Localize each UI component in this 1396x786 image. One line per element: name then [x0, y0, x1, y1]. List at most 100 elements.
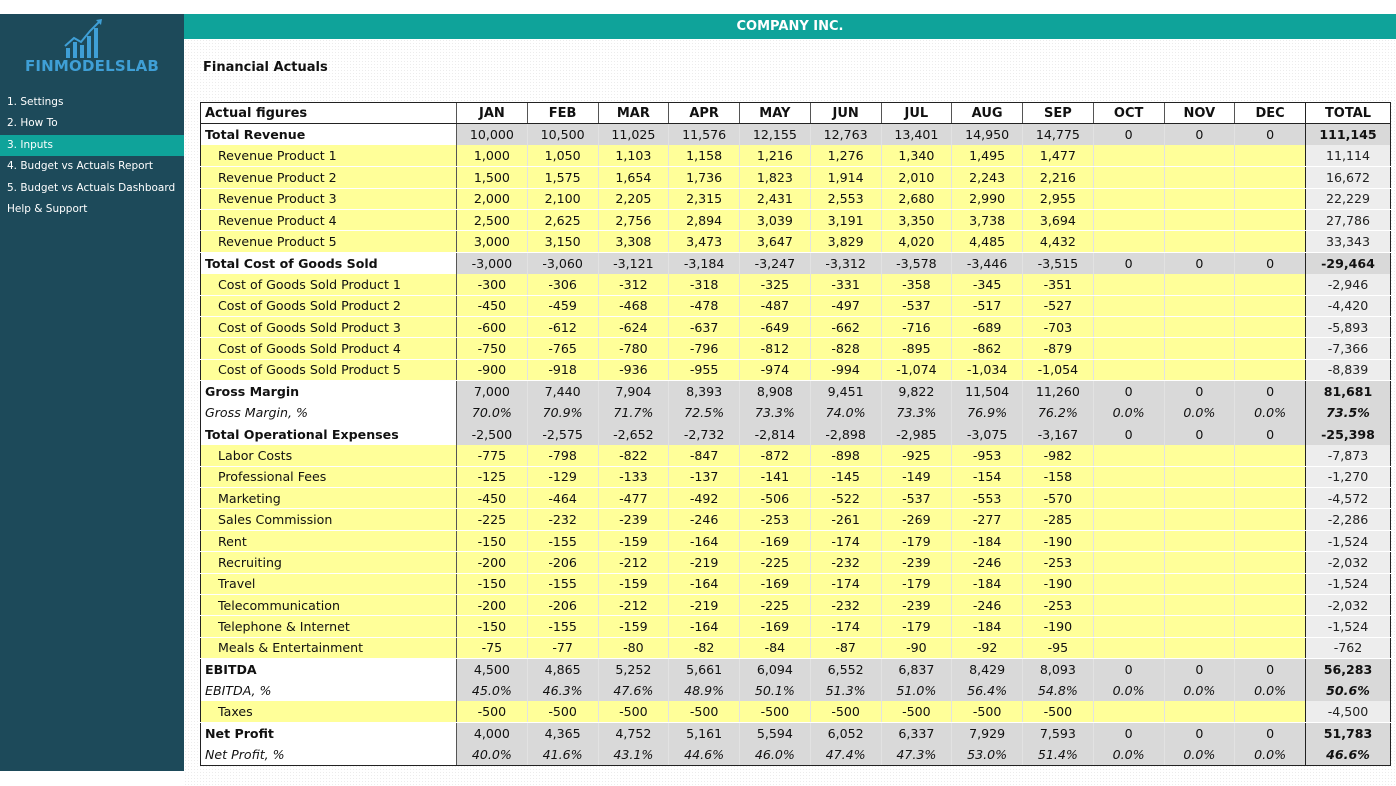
value-cell[interactable]: -450 [456, 487, 528, 510]
value-cell[interactable]: -500 [1022, 701, 1094, 724]
value-cell[interactable] [1092, 295, 1164, 317]
sidebar-item[interactable]: 3. Inputs [0, 134, 184, 157]
value-cell[interactable] [1092, 209, 1164, 232]
value-cell[interactable] [1092, 145, 1164, 168]
value-cell[interactable]: -953 [951, 444, 1023, 467]
value-cell[interactable]: -955 [668, 359, 740, 382]
value-cell[interactable]: -125 [456, 466, 528, 489]
value-cell[interactable] [1092, 444, 1164, 467]
value-cell[interactable]: -145 [809, 466, 881, 489]
value-cell[interactable] [1234, 145, 1306, 168]
value-cell[interactable]: -537 [880, 487, 952, 510]
value-cell[interactable]: -522 [809, 487, 881, 510]
value-cell[interactable]: -537 [880, 295, 952, 317]
value-cell[interactable]: 3,039 [739, 209, 811, 232]
value-cell[interactable] [1234, 466, 1306, 489]
value-cell[interactable]: -1,074 [880, 359, 952, 382]
value-cell[interactable] [1163, 444, 1235, 467]
value-cell[interactable]: -796 [668, 337, 740, 360]
value-cell[interactable]: -225 [456, 508, 528, 531]
value-cell[interactable]: 3,191 [809, 209, 881, 232]
value-cell[interactable]: -765 [526, 337, 598, 360]
value-cell[interactable]: -232 [809, 594, 881, 617]
value-cell[interactable] [1163, 487, 1235, 510]
value-cell[interactable]: -90 [880, 637, 952, 660]
value-cell[interactable]: 2,990 [951, 188, 1023, 210]
value-cell[interactable]: -164 [668, 573, 740, 595]
value-cell[interactable]: -77 [526, 637, 598, 660]
value-cell[interactable] [1163, 145, 1235, 168]
value-cell[interactable] [1234, 530, 1306, 553]
value-cell[interactable] [1234, 230, 1306, 253]
value-cell[interactable]: -190 [1022, 615, 1094, 638]
value-cell[interactable]: -253 [739, 508, 811, 531]
value-cell[interactable]: -184 [951, 530, 1023, 553]
value-cell[interactable]: -206 [526, 594, 598, 617]
value-cell[interactable]: -492 [668, 487, 740, 510]
value-cell[interactable]: 3,350 [880, 209, 952, 232]
value-cell[interactable] [1092, 573, 1164, 595]
value-cell[interactable]: -154 [951, 466, 1023, 489]
value-cell[interactable]: 1,495 [951, 145, 1023, 168]
value-cell[interactable]: -80 [597, 637, 669, 660]
value-cell[interactable]: -925 [880, 444, 952, 467]
value-cell[interactable]: 2,000 [456, 188, 528, 210]
value-cell[interactable] [1234, 359, 1306, 382]
value-cell[interactable]: -798 [526, 444, 598, 467]
value-cell[interactable] [1092, 594, 1164, 617]
value-cell[interactable]: 3,647 [739, 230, 811, 253]
value-cell[interactable] [1092, 508, 1164, 531]
value-cell[interactable]: 1,340 [880, 145, 952, 168]
value-cell[interactable]: 4,485 [951, 230, 1023, 253]
value-cell[interactable] [1234, 487, 1306, 510]
value-cell[interactable] [1163, 166, 1235, 189]
value-cell[interactable]: 2,216 [1022, 166, 1094, 189]
value-cell[interactable]: -775 [456, 444, 528, 467]
value-cell[interactable]: -206 [526, 551, 598, 574]
value-cell[interactable] [1163, 466, 1235, 489]
value-cell[interactable]: -872 [739, 444, 811, 467]
value-cell[interactable]: 1,654 [597, 166, 669, 189]
value-cell[interactable]: 1,477 [1022, 145, 1094, 168]
value-cell[interactable]: -200 [456, 551, 528, 574]
value-cell[interactable] [1234, 273, 1306, 296]
value-cell[interactable]: -155 [526, 615, 598, 638]
value-cell[interactable]: -994 [809, 359, 881, 382]
value-cell[interactable]: 2,756 [597, 209, 669, 232]
value-cell[interactable]: 2,625 [526, 209, 598, 232]
value-cell[interactable] [1163, 230, 1235, 253]
value-cell[interactable]: -306 [526, 273, 598, 296]
value-cell[interactable]: -879 [1022, 337, 1094, 360]
value-cell[interactable]: 3,150 [526, 230, 598, 253]
value-cell[interactable]: -828 [809, 337, 881, 360]
value-cell[interactable] [1234, 508, 1306, 531]
logo[interactable]: FINMODELSLAB [0, 14, 184, 90]
value-cell[interactable]: -246 [668, 508, 740, 531]
value-cell[interactable]: -169 [739, 615, 811, 638]
value-cell[interactable]: -500 [739, 701, 811, 724]
value-cell[interactable]: 2,431 [739, 188, 811, 210]
value-cell[interactable]: -129 [526, 466, 598, 489]
value-cell[interactable]: 2,955 [1022, 188, 1094, 210]
value-cell[interactable]: -862 [951, 337, 1023, 360]
value-cell[interactable]: -239 [880, 551, 952, 574]
value-cell[interactable]: -285 [1022, 508, 1094, 531]
value-cell[interactable]: -164 [668, 530, 740, 553]
value-cell[interactable] [1092, 487, 1164, 510]
value-cell[interactable]: 3,308 [597, 230, 669, 253]
value-cell[interactable]: -1,054 [1022, 359, 1094, 382]
value-cell[interactable]: -133 [597, 466, 669, 489]
value-cell[interactable] [1092, 316, 1164, 339]
value-cell[interactable] [1092, 166, 1164, 189]
value-cell[interactable] [1163, 551, 1235, 574]
value-cell[interactable]: 3,829 [809, 230, 881, 253]
value-cell[interactable] [1092, 701, 1164, 724]
value-cell[interactable]: 1,736 [668, 166, 740, 189]
value-cell[interactable]: -82 [668, 637, 740, 660]
value-cell[interactable]: -174 [809, 573, 881, 595]
value-cell[interactable]: -497 [809, 295, 881, 317]
value-cell[interactable]: -261 [809, 508, 881, 531]
value-cell[interactable] [1163, 701, 1235, 724]
value-cell[interactable]: 2,100 [526, 188, 598, 210]
value-cell[interactable]: 1,000 [456, 145, 528, 168]
